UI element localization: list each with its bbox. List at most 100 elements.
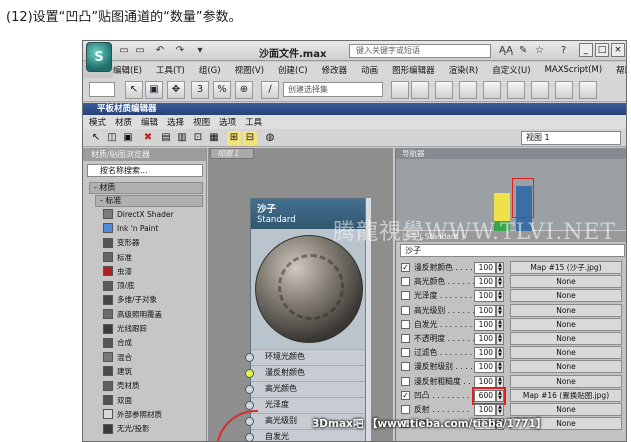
select-region-icon[interactable]: ▣ xyxy=(145,81,163,99)
curve-editor-icon[interactable] xyxy=(459,81,477,99)
node-slot[interactable]: 漫反射颜色 xyxy=(245,365,367,381)
map-slot-button[interactable]: None xyxy=(510,275,622,289)
material-map-browser-icon[interactable]: ⊟ xyxy=(243,131,257,145)
material-list-item[interactable]: 顶/底 xyxy=(103,278,203,292)
map-slot-button[interactable]: None xyxy=(510,346,622,360)
new-file-icon[interactable]: ▭ xyxy=(117,44,131,57)
hide-unused-slots-icon[interactable]: ▥ xyxy=(175,131,189,145)
menu-customize[interactable]: 自定义(U) xyxy=(492,64,530,76)
material-list-item[interactable]: DirectX Shader xyxy=(103,207,203,221)
amount-spinner-icon[interactable]: ▲ ▼ xyxy=(496,318,504,331)
map-amount-field[interactable]: 100 xyxy=(474,375,496,388)
map-slot-button[interactable]: None xyxy=(510,360,622,374)
snaps-toggle-icon[interactable]: 3 xyxy=(191,81,209,99)
align-icon[interactable] xyxy=(411,81,429,99)
map-amount-field[interactable]: 100 xyxy=(474,361,496,374)
layer-manager-icon[interactable] xyxy=(435,81,453,99)
sme-menu-utilities[interactable]: 工具 xyxy=(245,116,262,128)
material-list-item[interactable]: Ink 'n Paint xyxy=(103,221,203,235)
material-list-item[interactable]: 多维/子对象 xyxy=(103,293,203,307)
map-slot-button[interactable]: None xyxy=(510,374,622,388)
map-slot-button[interactable]: None xyxy=(510,303,622,317)
menu-rendering[interactable]: 渲染(R) xyxy=(449,64,479,76)
map-enable-checkbox[interactable] xyxy=(401,376,410,386)
node-slot[interactable]: 环境光颜色 xyxy=(245,349,367,365)
render-production-icon[interactable] xyxy=(579,81,597,99)
menu-animation[interactable]: 动画 xyxy=(361,64,378,76)
material-editor-icon[interactable] xyxy=(531,81,549,99)
open-file-icon[interactable]: ▭ xyxy=(133,44,147,57)
keyword-search-input[interactable]: 键入关键字或短语 xyxy=(349,44,491,58)
view-selector-dropdown[interactable]: 视图 1 xyxy=(521,131,621,145)
material-list-item[interactable]: 壳材质 xyxy=(103,379,203,393)
assign-material-icon[interactable]: ▣ xyxy=(121,131,135,145)
map-enable-checkbox[interactable] xyxy=(401,362,410,372)
slot-socket-icon[interactable] xyxy=(245,369,254,378)
undo-dropdown[interactable] xyxy=(89,82,115,97)
close-button[interactable]: × xyxy=(611,43,625,57)
percent-snap-icon[interactable]: % xyxy=(213,81,231,99)
amount-spinner-icon[interactable]: ▲ ▼ xyxy=(496,375,504,388)
delete-icon[interactable]: ✖ xyxy=(141,131,155,145)
maximize-button[interactable]: □ xyxy=(595,43,609,57)
map-slot-button[interactable]: Map #16 (置换贴图.jpg) xyxy=(510,388,622,402)
binoculars-icon[interactable]: ĄĄ xyxy=(499,44,513,57)
slot-socket-icon[interactable] xyxy=(245,385,254,394)
redo-icon[interactable]: ↷ xyxy=(173,44,187,57)
amount-spinner-icon[interactable]: ▲ ▼ xyxy=(496,404,504,416)
amount-spinner-icon[interactable]: ▲ ▼ xyxy=(496,333,504,345)
amount-spinner-icon[interactable]: ▲ ▼ xyxy=(496,262,504,274)
pick-material-icon[interactable]: ◫ xyxy=(105,131,119,145)
material-list-item[interactable]: 虫漆 xyxy=(103,264,203,278)
amount-spinner-icon[interactable]: ▲ ▼ xyxy=(496,276,504,289)
amount-spinner-icon[interactable]: ▲ ▼ xyxy=(496,361,504,374)
map-amount-field[interactable]: 100 xyxy=(474,262,496,274)
sme-menu-edit[interactable]: 编辑 xyxy=(141,116,158,128)
map-amount-field[interactable]: 100 xyxy=(474,318,496,331)
menu-edit[interactable]: 编辑(E) xyxy=(113,64,142,76)
menu-modifiers[interactable]: 修改器 xyxy=(322,64,348,76)
amount-spinner-icon[interactable]: ▲ ▼ xyxy=(496,304,504,317)
layout-all-icon[interactable]: ▦ xyxy=(207,131,221,145)
rendered-frame-icon[interactable] xyxy=(555,81,573,99)
menu-tools[interactable]: 工具(T) xyxy=(156,64,185,76)
map-slot-button[interactable]: Map #15 (沙子.jpg) xyxy=(510,261,622,274)
node-slot[interactable]: 高光颜色 xyxy=(245,381,367,397)
app-logo-icon[interactable]: S xyxy=(86,42,112,72)
connection-wire[interactable] xyxy=(216,410,258,441)
map-amount-field[interactable]: 100 xyxy=(474,290,496,303)
named-selection-dropdown[interactable]: 创建选择集 xyxy=(283,82,383,97)
menu-help[interactable]: 帮助(H) xyxy=(616,64,626,76)
sme-menu-options[interactable]: 选项 xyxy=(219,116,236,128)
amount-spinner-icon[interactable]: ▲ ▼ xyxy=(496,347,504,360)
sme-menu-modes[interactable]: 模式 xyxy=(89,116,106,128)
map-slot-button[interactable]: None xyxy=(510,332,622,345)
select-move-icon[interactable]: ✥ xyxy=(167,81,185,99)
map-amount-field[interactable]: 100 xyxy=(474,347,496,360)
edit-named-selection-icon[interactable]: ∕ xyxy=(261,81,279,99)
map-amount-field[interactable]: 100 xyxy=(474,304,496,317)
view-tab[interactable]: 视图 1 xyxy=(210,148,254,159)
slot-socket-icon[interactable] xyxy=(245,353,254,362)
group-materials[interactable]: - 材质 xyxy=(89,182,203,194)
slot-socket-icon[interactable] xyxy=(245,401,254,410)
map-enable-checkbox[interactable] xyxy=(401,334,410,343)
material-list-item[interactable]: 混合 xyxy=(103,350,203,364)
layout-children-icon[interactable]: ⊞ xyxy=(227,131,241,145)
map-amount-field[interactable]: 100 xyxy=(474,404,496,416)
material-list-item[interactable]: 建筑 xyxy=(103,364,203,378)
browser-search-input[interactable]: 按名称搜索... xyxy=(87,164,203,177)
minimize-button[interactable]: _ xyxy=(579,43,593,57)
menu-graph-editors[interactable]: 图形编辑器 xyxy=(392,64,435,76)
map-enable-checkbox[interactable] xyxy=(401,305,410,315)
map-enable-checkbox[interactable]: ✓ xyxy=(401,263,410,272)
material-list-item[interactable]: 外部参照材质 xyxy=(103,407,203,421)
render-setup-icon[interactable] xyxy=(507,81,525,99)
undo-icon[interactable]: ↶ xyxy=(153,44,167,57)
favorites-icon[interactable]: ☆ xyxy=(535,44,544,57)
map-enable-checkbox[interactable]: ✓ xyxy=(401,390,410,400)
sme-menu-material[interactable]: 材质 xyxy=(115,116,132,128)
material-list-item[interactable]: 无光/投影 xyxy=(103,421,203,435)
map-slot-button[interactable]: None xyxy=(510,289,622,303)
map-enable-checkbox[interactable] xyxy=(401,348,410,358)
